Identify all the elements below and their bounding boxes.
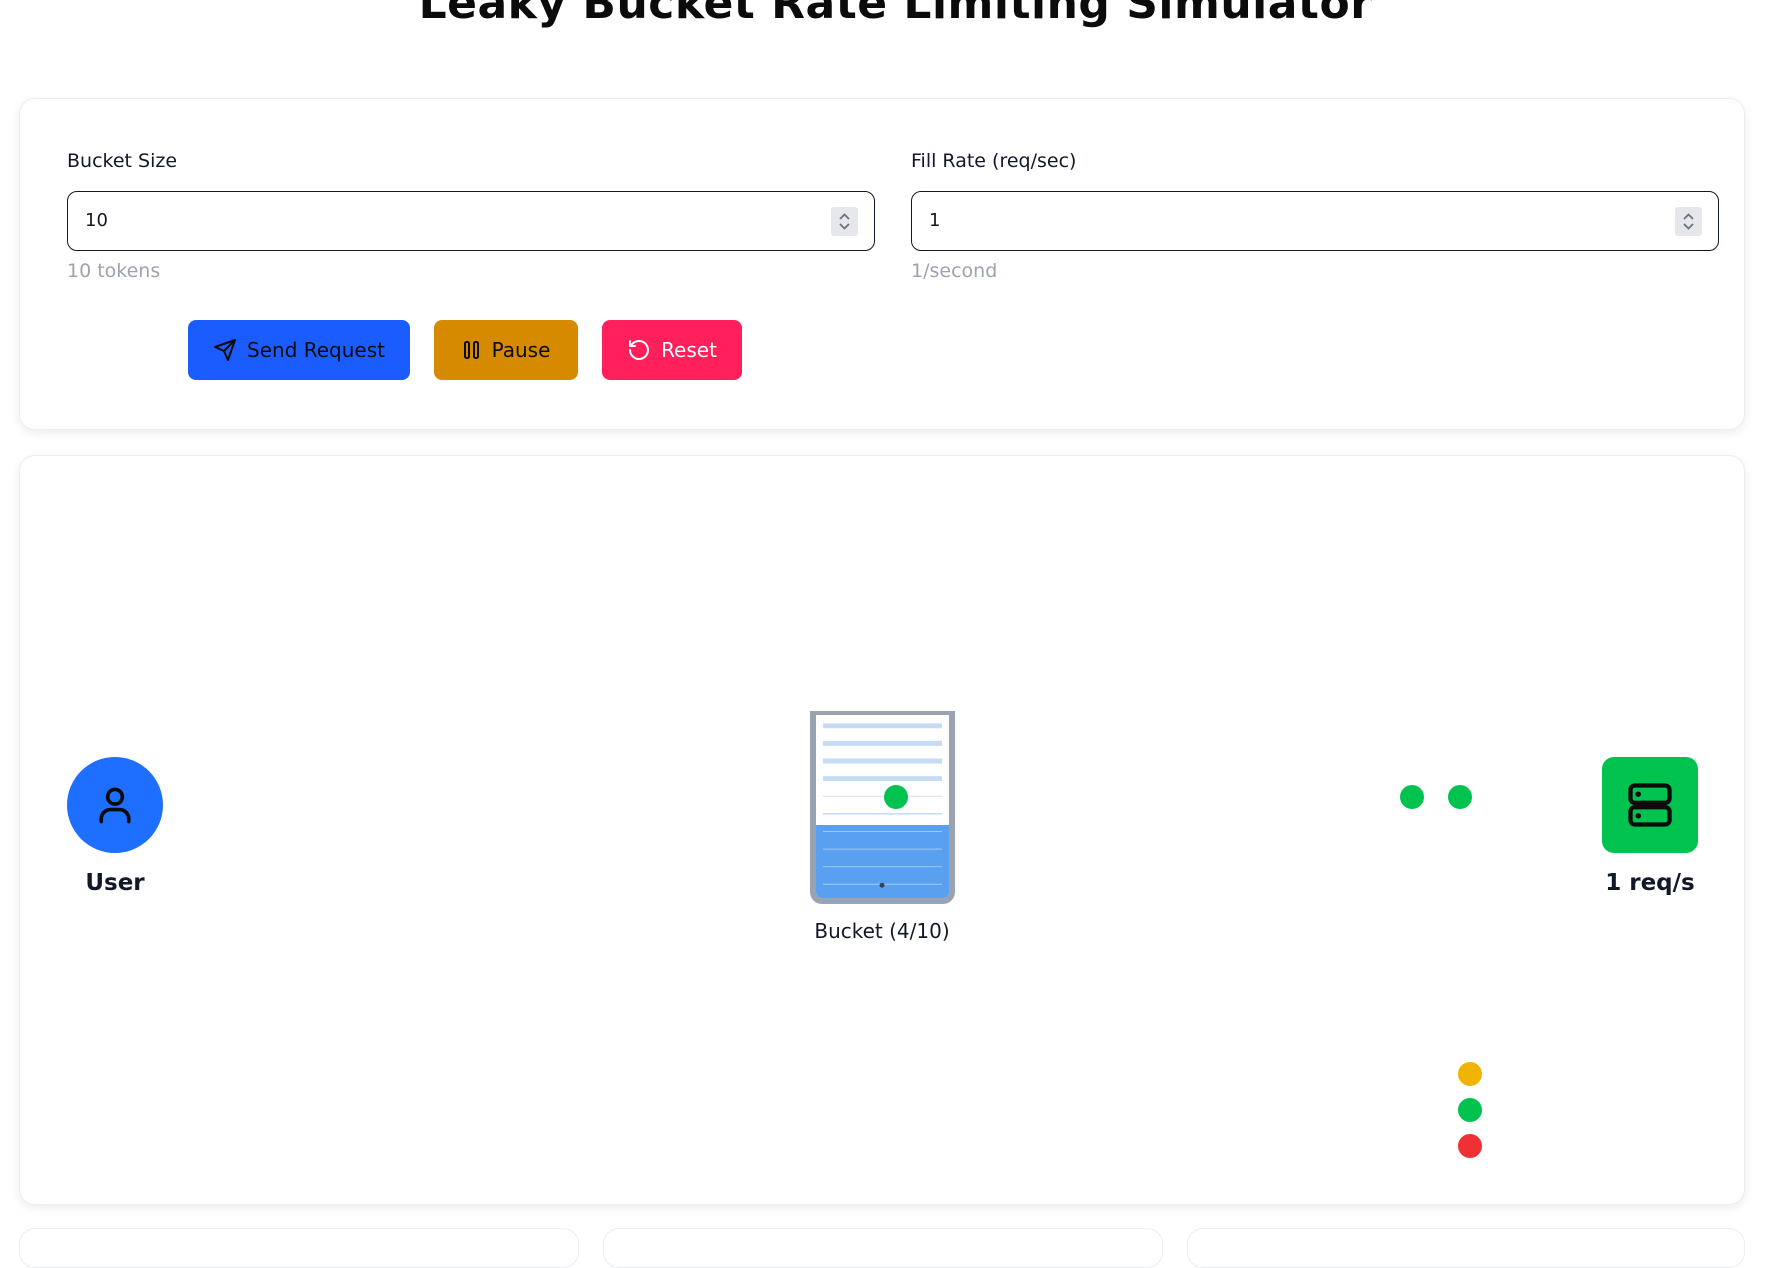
stats-card — [19, 1228, 579, 1268]
server-rate-label: 1 req/s — [1605, 870, 1695, 896]
stats-card — [1187, 1228, 1745, 1268]
stepper-chevrons-icon — [1683, 213, 1694, 230]
server-node — [1602, 757, 1698, 853]
bucket-label: Bucket (4/10) — [814, 919, 950, 943]
status-dot — [1458, 1098, 1482, 1122]
reset-button[interactable]: Reset — [602, 320, 742, 380]
bucket-size-hint: 10 tokens — [67, 260, 161, 282]
page-title: Leaky Bucket Rate Limiting Simulator — [418, 0, 1373, 29]
send-icon — [214, 339, 237, 361]
pause-icon — [463, 341, 479, 359]
user-label: User — [85, 870, 145, 896]
bucket-level-lines — [823, 723, 942, 888]
fill-rate-label: Fill Rate (req/sec) — [911, 150, 1077, 172]
reset-label: Reset — [661, 338, 717, 362]
server-icon — [1628, 783, 1672, 827]
user-icon — [99, 787, 131, 824]
fill-rate-value: 1 — [929, 210, 941, 231]
status-dot — [1458, 1134, 1482, 1158]
stepper-chevrons-icon — [839, 213, 850, 230]
fill-rate-input[interactable]: 1 — [911, 191, 1719, 251]
stats-card — [603, 1228, 1163, 1268]
request-dot-processing — [1448, 785, 1472, 809]
pause-button[interactable]: Pause — [434, 320, 578, 380]
fill-rate-hint: 1/second — [911, 260, 998, 282]
send-request-label: Send Request — [247, 338, 385, 362]
request-dot-processing — [1400, 785, 1424, 809]
bucket — [810, 711, 955, 904]
controls-panel — [19, 98, 1745, 430]
fill-rate-stepper[interactable] — [1675, 207, 1702, 236]
send-request-button[interactable]: Send Request — [188, 320, 410, 380]
bucket-size-input[interactable]: 10 — [67, 191, 875, 251]
user-node — [67, 757, 163, 853]
bucket-size-stepper[interactable] — [831, 207, 858, 236]
bucket-size-value: 10 — [85, 210, 108, 231]
pause-label: Pause — [491, 338, 551, 362]
status-dot — [1458, 1062, 1482, 1086]
request-dot-in-bucket — [884, 785, 908, 809]
reset-icon — [629, 340, 649, 360]
bucket-size-label: Bucket Size — [67, 150, 178, 172]
